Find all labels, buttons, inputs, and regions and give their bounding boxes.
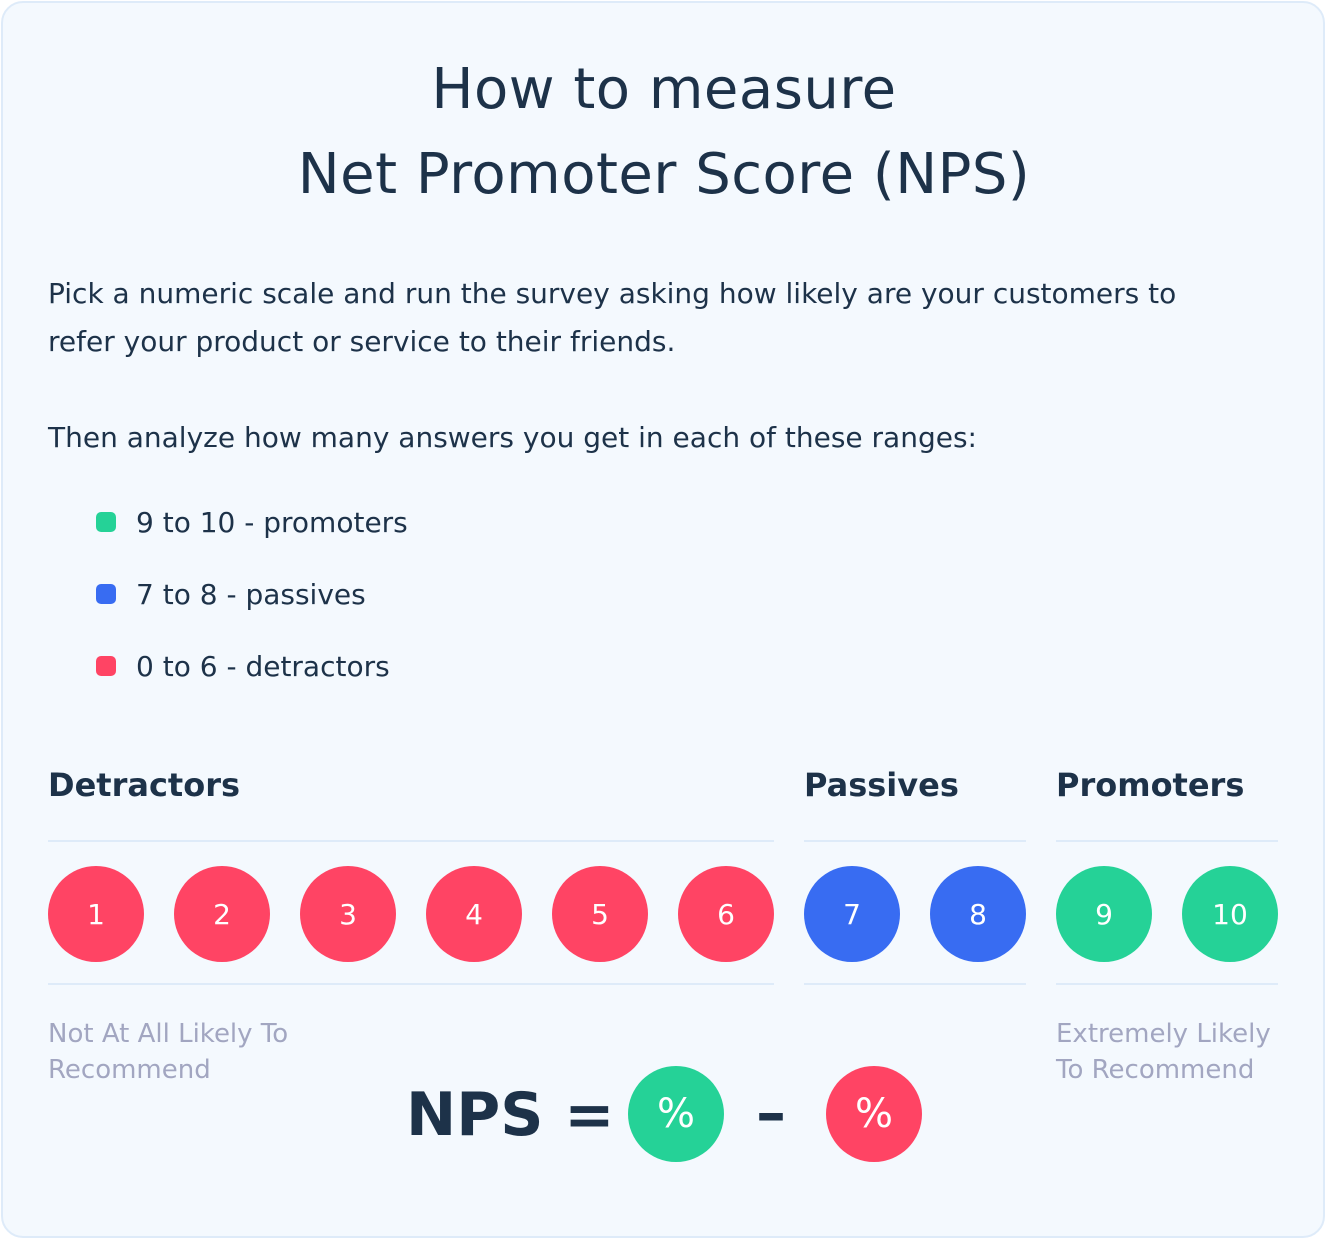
passive-swatch-icon <box>96 584 116 604</box>
score-circle-3: 3 <box>300 866 396 962</box>
legend-item-passives: 7 to 8 - passives <box>96 574 366 614</box>
score-circle-8: 8 <box>930 866 1026 962</box>
divider-top-promoters <box>1056 840 1278 842</box>
divider-top-passives <box>804 840 1026 842</box>
title-line-1: How to measure <box>431 57 897 122</box>
legend-item-detractors: 0 to 6 - detractors <box>96 646 390 686</box>
score-circle-7: 7 <box>804 866 900 962</box>
title-line-2: Net Promoter Score (NPS) <box>297 142 1031 207</box>
legend-label: 9 to 10 - promoters <box>136 505 408 539</box>
minus-operator: – <box>756 1078 786 1148</box>
group-title-detractors: Detractors <box>48 766 241 804</box>
group-title-promoters: Promoters <box>1056 766 1245 804</box>
detractor-percent-icon: % <box>826 1066 922 1162</box>
detractor-swatch-icon <box>96 656 116 676</box>
score-circle-1: 1 <box>48 866 144 962</box>
divider-bottom-passives <box>804 983 1026 985</box>
promoter-percent-icon: % <box>628 1066 724 1162</box>
divider-bottom-detractors <box>48 983 774 985</box>
group-title-passives: Passives <box>804 766 959 804</box>
score-circle-10: 10 <box>1182 866 1278 962</box>
score-circle-5: 5 <box>552 866 648 962</box>
score-circle-9: 9 <box>1056 866 1152 962</box>
nps-formula: NPS = % – % <box>0 1064 1328 1164</box>
divider-top-detractors <box>48 840 774 842</box>
score-circle-2: 2 <box>174 866 270 962</box>
promoter-swatch-icon <box>96 512 116 532</box>
legend-item-promoters: 9 to 10 - promoters <box>96 502 408 542</box>
formula-label: NPS = <box>406 1080 615 1150</box>
divider-bottom-promoters <box>1056 983 1278 985</box>
legend-label: 7 to 8 - passives <box>136 577 366 611</box>
legend-label: 0 to 6 - detractors <box>136 649 390 683</box>
intro-paragraph-1: Pick a numeric scale and run the survey … <box>48 277 1177 358</box>
score-circle-6: 6 <box>678 866 774 962</box>
score-circle-4: 4 <box>426 866 522 962</box>
intro-paragraph-2: Then analyze how many answers you get in… <box>48 421 977 454</box>
